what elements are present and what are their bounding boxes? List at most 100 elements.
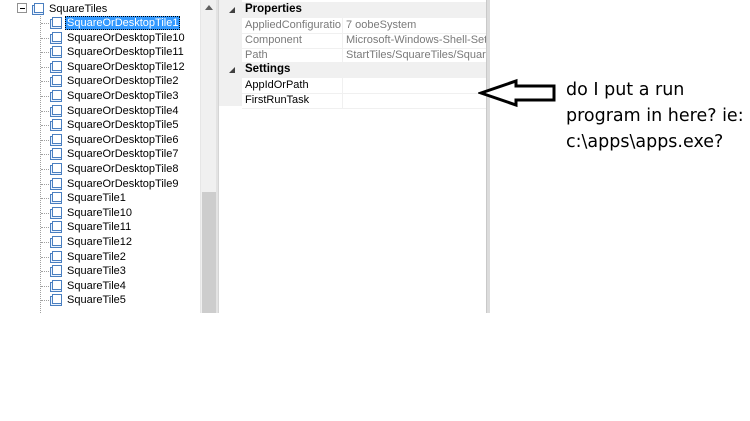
component-tree: SquareTiles SquareOrDesktopTile1 SquareOr… xyxy=(0,0,200,313)
property-value: StartTiles/SquareTiles/SquareOr xyxy=(346,49,487,61)
property-row-component[interactable]: Component Microsoft-Windows-Shell-Setup xyxy=(242,33,487,49)
property-name: AppIdOrPath xyxy=(245,79,309,91)
tree-guide-line xyxy=(41,271,49,273)
column-separator xyxy=(342,33,343,49)
square-tile-icon xyxy=(49,250,63,264)
tree-item-label: SquareOrDesktopTile6 xyxy=(67,133,179,146)
category-properties[interactable]: Properties xyxy=(219,2,487,18)
tree-guide-line xyxy=(41,96,49,97)
square-tile-icon xyxy=(49,74,63,88)
tree-item-label: SquareTile11 xyxy=(67,221,132,234)
category-settings[interactable]: Settings xyxy=(219,62,487,78)
tree-item-label: SquareOrDesktopTile8 xyxy=(67,163,179,175)
square-tile-icon xyxy=(49,264,63,278)
tree-item-label: SquareOrDesktopTile3 xyxy=(67,90,179,102)
tree-guide-line xyxy=(41,81,49,83)
tree-guide-line xyxy=(41,212,49,214)
property-row-appliedconfigurationpass[interactable]: AppliedConfigurationP 7 oobeSystem xyxy=(242,18,487,34)
firstruntask-value-input[interactable] xyxy=(346,93,487,108)
tree-guide-line xyxy=(41,139,49,141)
square-tile-icon xyxy=(49,191,63,205)
square-tile-icon xyxy=(49,89,63,103)
collapse-triangle-icon[interactable] xyxy=(228,6,236,14)
tree-item-label: SquareTile5 xyxy=(67,294,126,307)
tree-guide-line xyxy=(41,285,49,287)
tree-guide-line xyxy=(41,300,49,302)
configuration-window: SquareTiles SquareOrDesktopTile1 SquareOr… xyxy=(0,0,490,313)
square-tile-icon xyxy=(49,104,63,118)
square-tile-icon xyxy=(49,220,63,234)
property-value: Microsoft-Windows-Shell-Setup xyxy=(346,34,487,46)
square-tile-icon xyxy=(49,293,63,307)
tree-guide-line xyxy=(41,154,49,156)
tree-item-label: SquareTile3 xyxy=(67,265,126,278)
tree-item-label: SquareTile4 xyxy=(67,279,126,292)
square-tile-icon xyxy=(49,45,63,59)
property-row-firstruntask[interactable]: FirstRunTask xyxy=(242,93,487,109)
property-name: FirstRunTask xyxy=(245,94,310,106)
window-edge xyxy=(486,0,490,313)
annotation-line: do I put a run xyxy=(566,80,685,100)
tree-item-label: SquareOrDesktopTile12 xyxy=(67,60,185,73)
square-tile-icon xyxy=(49,235,63,249)
square-tile-icon xyxy=(49,206,63,220)
scroll-thumb[interactable] xyxy=(202,192,216,313)
tree-guide-line xyxy=(41,198,49,200)
annotation-line: c:\apps\apps.exe? xyxy=(566,132,724,152)
property-name: Component xyxy=(245,34,302,46)
tree-item-label: SquareTile2 xyxy=(67,250,126,263)
property-value: 7 oobeSystem xyxy=(346,19,417,31)
tree-item-label: SquareTile12 xyxy=(67,236,133,248)
square-tile-icon xyxy=(49,147,63,161)
column-separator xyxy=(342,93,343,109)
tree-guide-line xyxy=(41,125,49,127)
tree-guide-line xyxy=(41,242,49,243)
appidorpath-value-input[interactable] xyxy=(346,78,487,93)
tree-item-label: SquareTile1 xyxy=(67,192,126,205)
square-tile-icon xyxy=(49,177,63,191)
square-tile-icon xyxy=(49,60,63,74)
tree-guide-line xyxy=(41,256,49,258)
property-row-appidorpath[interactable]: AppIdOrPath xyxy=(242,78,487,94)
property-name: Path xyxy=(245,49,268,61)
category-label: Properties xyxy=(245,3,302,15)
scroll-up-button[interactable] xyxy=(201,0,217,17)
folder-icon xyxy=(31,2,45,16)
annotation-line: program in here? ie: xyxy=(566,106,744,126)
tree-item-label: SquareOrDesktopTile7 xyxy=(67,148,179,161)
square-tile-icon xyxy=(49,31,63,45)
tree-guide-line xyxy=(41,66,49,68)
chevron-up-icon xyxy=(205,5,213,10)
tree-guide-line xyxy=(41,23,49,24)
square-tile-icon xyxy=(49,133,63,147)
left-arrow-icon xyxy=(478,78,556,108)
tree-item-label: SquareOrDesktopTile11 xyxy=(67,46,184,59)
tree-item-label: SquareOrDesktopTile1 xyxy=(65,16,181,30)
tree-item-label: SquareOrDesktopTile10 xyxy=(67,31,185,44)
square-tile-icon xyxy=(49,16,63,30)
tree-item-label: SquareOrDesktopTile9 xyxy=(67,177,179,190)
tree-scrollbar[interactable] xyxy=(200,0,217,313)
tree-guide-line xyxy=(41,52,49,54)
square-tile-icon xyxy=(49,162,63,176)
property-name: AppliedConfigurationP xyxy=(245,19,341,31)
collapse-minus-icon[interactable] xyxy=(17,3,27,13)
tree-item-label: SquareOrDesktopTile5 xyxy=(67,119,179,132)
category-label: Settings xyxy=(245,63,291,75)
tree-guide-line xyxy=(41,37,49,39)
tree-guide-line xyxy=(41,227,49,229)
tree-item-label: SquareOrDesktopTile4 xyxy=(67,104,179,117)
tree-item-label: SquareTile10 xyxy=(67,206,133,219)
collapse-triangle-icon[interactable] xyxy=(228,66,236,74)
column-separator xyxy=(342,18,343,34)
tree-guide-line xyxy=(41,183,49,185)
property-grid: Properties AppliedConfigurationP 7 oobeS… xyxy=(218,0,487,313)
square-tile-icon xyxy=(49,279,63,293)
tree-guide-line xyxy=(41,110,49,112)
tree-node-label: SquareTiles xyxy=(49,3,108,15)
square-tile-icon xyxy=(49,118,63,132)
tree-guide-line xyxy=(41,169,49,170)
tree-item-label: SquareOrDesktopTile2 xyxy=(67,75,179,88)
tree-guide-line xyxy=(40,16,41,313)
annotation-note: do I put a run program in here? ie: c:\a… xyxy=(566,77,746,155)
